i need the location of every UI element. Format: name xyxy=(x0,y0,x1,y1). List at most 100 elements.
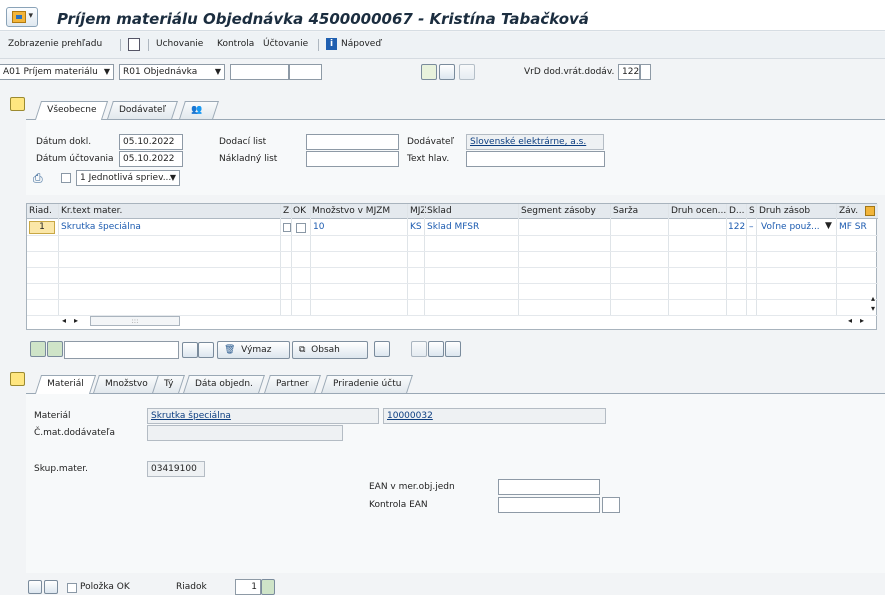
col-stock-segment[interactable]: Segment zásoby xyxy=(521,206,596,216)
scroll-left-icon[interactable]: ◂ xyxy=(848,316,852,325)
export-icon[interactable] xyxy=(428,341,444,357)
tab-po-data[interactable]: Dáta objedn. xyxy=(183,375,265,393)
ean-check-input[interactable] xyxy=(498,497,600,513)
item-text[interactable]: Skrutka špeciálna xyxy=(61,222,141,232)
ean-check-extra[interactable] xyxy=(602,497,620,513)
find-icon[interactable] xyxy=(182,342,198,358)
scroll-thumb[interactable]: ::: xyxy=(90,316,180,326)
menu-post[interactable]: Účtovanie xyxy=(263,39,308,49)
scroll-left-icon[interactable]: ◂ xyxy=(62,316,66,325)
collapse-detail-icon[interactable] xyxy=(10,372,25,386)
col-d[interactable]: D... xyxy=(729,206,745,216)
app-menu-button[interactable]: ▾ xyxy=(6,7,38,27)
find-next-icon[interactable] xyxy=(198,342,214,358)
find-icon[interactable] xyxy=(439,64,455,80)
col-short-text[interactable]: Kr.text mater. xyxy=(61,206,122,216)
col-batch[interactable]: Šarža xyxy=(613,206,638,216)
line-number[interactable]: 1 xyxy=(29,221,55,234)
content-button[interactable]: ⧉ Obsah xyxy=(292,341,368,359)
grid-line xyxy=(27,235,878,236)
tab-material[interactable]: Materiál xyxy=(34,375,96,394)
chevron-down-icon[interactable]: ▼ xyxy=(825,221,832,231)
transaction-select[interactable]: A01 Príjem materiálu ▼ xyxy=(0,64,114,80)
item-sloc[interactable]: Sklad MFSR xyxy=(427,222,479,232)
tab-material-label: Materiál xyxy=(47,379,84,389)
menu-help[interactable]: Nápoveď xyxy=(341,39,381,49)
layout-icon[interactable] xyxy=(865,206,875,216)
printer-icon[interactable]: ⎙ xyxy=(33,171,43,186)
item-stock-type[interactable]: Voľne použ... xyxy=(761,222,820,232)
col-ok[interactable]: OK xyxy=(293,206,306,216)
col-line[interactable]: Riad. xyxy=(29,206,52,216)
tab-vendor[interactable]: Dodávateľ xyxy=(107,101,178,119)
col-stock-type[interactable]: Druh zásob xyxy=(759,206,810,216)
vendor-link[interactable]: Slovenské elektrárne, a.s. xyxy=(470,137,586,147)
material-number-link[interactable]: 10000032 xyxy=(387,411,433,421)
delivery-note-input[interactable] xyxy=(306,134,399,150)
next-item-icon[interactable] xyxy=(44,580,58,594)
z-checkbox[interactable] xyxy=(283,223,291,232)
execute-icon[interactable] xyxy=(421,64,437,80)
tab-quantity[interactable]: Množstvo xyxy=(93,375,160,393)
print-preview-icon[interactable] xyxy=(411,341,427,357)
col-plant[interactable]: Záv. xyxy=(839,206,858,216)
slip-select[interactable]: 1 Jednotlivá spriev... ▼ xyxy=(76,170,180,186)
menu-check[interactable]: Kontrola xyxy=(217,39,254,49)
scroll-up-icon[interactable]: ▴ xyxy=(871,294,875,303)
align-icon[interactable] xyxy=(30,341,46,357)
expand-icon[interactable] xyxy=(374,341,390,357)
item-d[interactable]: 122 xyxy=(728,222,745,232)
item-ok-label: Položka OK xyxy=(80,582,130,592)
separator xyxy=(148,39,149,51)
item-plant[interactable]: MF SR xyxy=(839,222,867,232)
new-document-icon[interactable] xyxy=(128,38,140,51)
tab-partner[interactable]: Partner xyxy=(264,375,321,393)
tab-partner-icon[interactable]: 👥 xyxy=(179,101,219,119)
col-quantity[interactable]: Množstvo v MJZM xyxy=(312,206,390,216)
vendor-material-label: Č.mat.dodávateľa xyxy=(34,428,116,438)
col-s[interactable]: S xyxy=(749,206,755,216)
title-bar: ▾ Príjem materiálu Objednávka 4500000067… xyxy=(0,4,885,31)
material-label: Materiál xyxy=(34,411,71,421)
col-sloc[interactable]: Sklad xyxy=(427,206,452,216)
post-date-input[interactable]: 05.10.2022 xyxy=(119,151,183,167)
reference-item-input[interactable] xyxy=(289,64,322,80)
line-input[interactable]: 1 xyxy=(235,579,261,595)
reference-number-input[interactable] xyxy=(230,64,289,80)
delete-button[interactable]: 🗑 Výmaz xyxy=(217,341,290,359)
tab-vendor-label: Dodávateľ xyxy=(119,105,166,115)
menu-save[interactable]: Uchovanie xyxy=(156,39,203,49)
tab-general[interactable]: Všeobecne xyxy=(34,101,109,120)
vrd-input-extra[interactable] xyxy=(640,64,651,80)
horizontal-scrollbar[interactable]: ◂ ▸ ::: ◂ ▸ xyxy=(60,315,873,327)
col-z[interactable]: Z xyxy=(283,206,289,216)
print-checkbox[interactable] xyxy=(61,173,71,183)
tab-where[interactable]: Tý xyxy=(152,375,186,393)
vrd-input[interactable]: 122 xyxy=(618,64,640,80)
ok-checkbox[interactable] xyxy=(296,223,306,233)
item-quantity[interactable]: 10 xyxy=(313,222,324,232)
collapse-header-icon[interactable] xyxy=(10,97,25,111)
ean-input[interactable] xyxy=(498,479,600,495)
bill-of-lading-input[interactable] xyxy=(306,151,399,167)
item-ok-checkbox[interactable] xyxy=(67,583,77,593)
header-text-input[interactable] xyxy=(466,151,605,167)
go-to-line-icon[interactable] xyxy=(261,579,275,595)
layout-settings-icon[interactable] xyxy=(445,341,461,357)
filter-icon[interactable] xyxy=(47,341,63,357)
scroll-right-icon[interactable]: ▸ xyxy=(860,316,864,325)
item-uom[interactable]: KS xyxy=(410,222,422,232)
scroll-down-icon[interactable]: ▾ xyxy=(871,304,875,313)
previous-item-icon[interactable] xyxy=(28,580,42,594)
grid-search-input[interactable] xyxy=(64,341,179,359)
scroll-right-icon[interactable]: ▸ xyxy=(74,316,78,325)
doc-date-input[interactable]: 05.10.2022 xyxy=(119,134,183,150)
menu-overview[interactable]: Zobrazenie prehľadu xyxy=(8,39,102,49)
item-s[interactable]: – xyxy=(749,222,754,232)
material-name-link[interactable]: Skrutka špeciálna xyxy=(151,411,231,421)
settings-icon[interactable] xyxy=(459,64,475,80)
col-valuation-type[interactable]: Druh ocen... xyxy=(671,206,727,216)
chevron-down-icon: ▼ xyxy=(103,67,110,76)
reference-select[interactable]: R01 Objednávka ▼ xyxy=(119,64,225,80)
tab-account-assignment[interactable]: Priradenie účtu xyxy=(321,375,414,393)
